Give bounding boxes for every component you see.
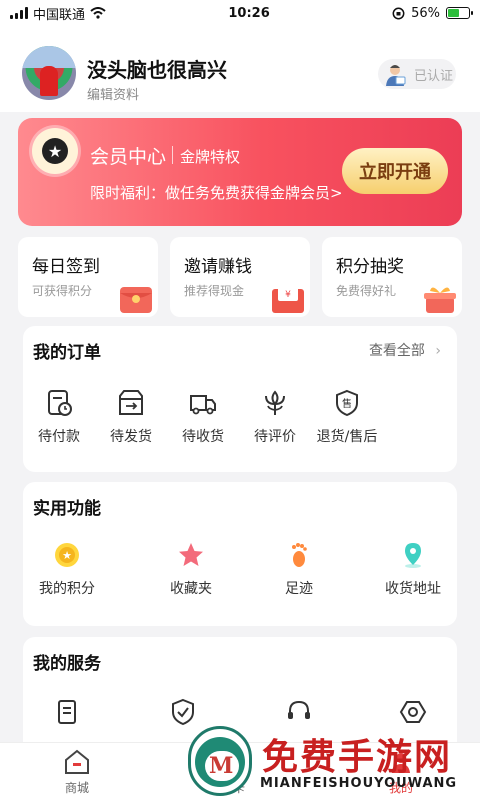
star-icon [179, 543, 203, 566]
svg-text:¥: ¥ [285, 290, 291, 300]
vip-badge-icon: ★ [32, 128, 78, 174]
view-all-orders-link[interactable]: 查看全部 › [369, 340, 441, 360]
quick-subtitle: 免费得好礼 [336, 284, 397, 298]
headset-icon [288, 700, 310, 719]
view-all-label: 查看全部 [368, 343, 425, 359]
order-label: 待发货 [110, 429, 152, 445]
document-icon [58, 700, 76, 724]
daily-checkin-card[interactable]: 每日签到 可获得积分 [18, 237, 158, 317]
order-label: 待付款 [38, 429, 80, 445]
order-label: 待收货 [182, 429, 224, 445]
quick-title: 每日签到 [32, 257, 100, 277]
feature-label: 收货地址 [385, 581, 441, 597]
flower-review-icon [265, 390, 285, 415]
signal-icon [10, 7, 28, 19]
watermark-subtext: MIANFEISHOUYOUWANG [260, 776, 458, 791]
orders-card: 我的订单 查看全部 › 待付款 待发货 待收货 待评价 售 退货/售后 [23, 326, 457, 472]
watermark-text: 免费手游网 [262, 737, 453, 778]
feature-label: 收藏夹 [170, 581, 212, 597]
truck-icon [190, 395, 216, 415]
points-coin-icon: ★ [55, 543, 79, 567]
vip-divider [172, 146, 173, 164]
service-item[interactable] [283, 697, 315, 727]
service-item[interactable] [397, 697, 429, 727]
quick-subtitle: 可获得积分 [32, 284, 93, 298]
features-card: 实用功能 ★ 我的积分 收藏夹 足迹 收货地址 [23, 482, 457, 626]
order-pending-review[interactable]: 待评价 [251, 388, 299, 446]
feature-label: 我的积分 [39, 581, 95, 597]
tab-label: 商城 [64, 781, 89, 795]
red-envelope-icon [120, 287, 152, 313]
feature-shipping-address[interactable]: 收货地址 [377, 540, 449, 598]
status-bar: 中国联通 10:26 56% [0, 0, 480, 26]
battery-icon [446, 7, 473, 19]
settings-hex-icon [399, 701, 427, 723]
cash-envelope-icon: ¥ [272, 285, 304, 313]
vip-banner[interactable]: ★ 会员中心 金牌特权 限时福利：做任务免费获得金牌会员> 立即开通 [18, 118, 462, 226]
verified-badge[interactable]: 已认证 [378, 59, 456, 89]
quick-title: 邀请赚钱 [184, 257, 252, 277]
services-title: 我的服务 [33, 654, 101, 674]
feature-my-points[interactable]: ★ 我的积分 [31, 540, 103, 598]
feature-label: 足迹 [285, 581, 313, 597]
points-lottery-card[interactable]: 积分抽奖 免费得好礼 [322, 237, 462, 317]
shield-check-icon [172, 698, 194, 726]
site-watermark: M 免费手游网 MIANFEISHOUYOUWANG [188, 726, 474, 800]
vip-title: 会员中心 [90, 146, 167, 168]
clock: 10:26 [228, 5, 270, 21]
location-pin-icon [405, 543, 421, 568]
profile-header: 没头脑也很高兴 编辑资料 已认证 [0, 26, 480, 112]
open-vip-button[interactable]: 立即开通 [342, 148, 448, 194]
feature-favorites[interactable]: 收藏夹 [155, 540, 227, 598]
order-pending-payment[interactable]: 待付款 [35, 388, 83, 446]
vip-promo-link[interactable]: 限时福利：做任务免费获得金牌会员> [90, 182, 343, 203]
quick-subtitle: 推荐得现金 [184, 284, 245, 298]
tab-mall[interactable]: 商城 [62, 747, 92, 796]
quick-title: 积分抽奖 [336, 257, 404, 277]
pending-shipment-icon [119, 390, 143, 415]
order-after-sales[interactable]: 售 退货/售后 [311, 388, 383, 446]
home-icon [65, 749, 89, 774]
order-pending-shipment[interactable]: 待发货 [107, 388, 155, 446]
verified-user-icon [386, 65, 406, 86]
order-label: 退货/售后 [316, 429, 378, 445]
svg-text:★: ★ [62, 549, 72, 562]
carrier-label: 中国联通 [33, 7, 86, 23]
footprint-icon [292, 543, 307, 567]
user-nickname: 没头脑也很高兴 [87, 58, 227, 82]
wifi-icon [90, 7, 106, 19]
pending-payment-icon [48, 390, 72, 416]
orientation-lock-icon [392, 7, 405, 19]
gift-box-icon [424, 287, 456, 313]
edit-profile-link[interactable]: 编辑资料 [87, 84, 139, 103]
watermark-logo: M [188, 726, 252, 796]
order-pending-receipt[interactable]: 待收货 [179, 388, 227, 446]
invite-earn-card[interactable]: 邀请赚钱 推荐得现金 ¥ [170, 237, 310, 317]
verified-label: 已认证 [414, 68, 454, 84]
features-title: 实用功能 [33, 499, 101, 519]
after-sales-shield-icon: 售 [336, 389, 358, 417]
feature-footprint[interactable]: 足迹 [271, 540, 327, 598]
svg-text:售: 售 [342, 397, 352, 410]
order-label: 待评价 [254, 429, 296, 445]
orders-title: 我的订单 [33, 343, 101, 363]
battery-percent: 56% [411, 5, 440, 21]
avatar[interactable] [22, 46, 76, 100]
chevron-right-icon: › [435, 343, 441, 359]
service-item[interactable] [167, 697, 199, 727]
vip-subtitle: 金牌特权 [180, 148, 241, 166]
service-item[interactable] [51, 697, 83, 727]
